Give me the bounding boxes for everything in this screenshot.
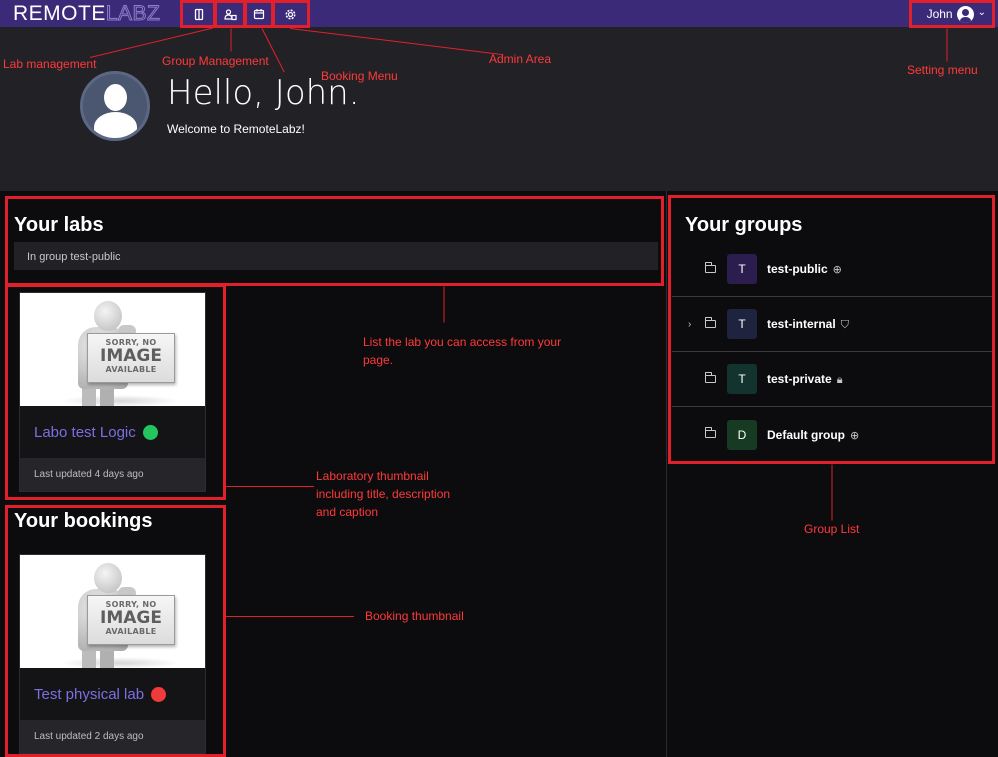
welcome-subtitle: Welcome to RemoteLabz!	[167, 122, 305, 136]
annotation-lab-thumbnail: Laboratory thumbnail including title, de…	[316, 469, 451, 519]
annotation-box-admin-area	[272, 0, 310, 28]
annotation-line	[443, 286, 445, 323]
annotation-box-group-management	[214, 0, 246, 28]
annotation-group-list: Group List	[804, 522, 860, 536]
annotation-setting-menu: Setting menu	[907, 63, 978, 77]
profile-avatar	[80, 71, 150, 141]
annotation-lab-management: Lab management	[3, 57, 97, 71]
annotation-booking-thumbnail: Booking thumbnail	[365, 609, 464, 623]
annotation-line	[831, 464, 833, 521]
annotation-line	[230, 28, 232, 52]
annotation-booking-menu: Booking Menu	[321, 69, 398, 83]
annotation-admin-area: Admin Area	[489, 52, 552, 66]
annotation-line	[226, 616, 354, 617]
annotation-box-group-list	[668, 195, 995, 464]
brand-logo[interactable]: REMOTELABZ	[13, 2, 160, 26]
annotation-list-labs: List the lab you can access from your pa…	[363, 335, 562, 367]
annotation-box-booking-menu	[244, 0, 274, 28]
annotation-box-lab-management	[180, 0, 216, 28]
annotation-box-lab-thumbnail	[5, 284, 226, 500]
annotation-line	[226, 486, 314, 487]
annotation-box-setting-menu	[909, 0, 995, 28]
column-divider	[666, 191, 667, 757]
annotation-line	[946, 28, 948, 62]
annotation-box-labs-list	[5, 196, 664, 286]
top-navbar: REMOTELABZ John ⌄	[0, 0, 998, 27]
annotation-box-booking	[5, 505, 226, 757]
annotation-group-management: Group Management	[162, 54, 269, 68]
